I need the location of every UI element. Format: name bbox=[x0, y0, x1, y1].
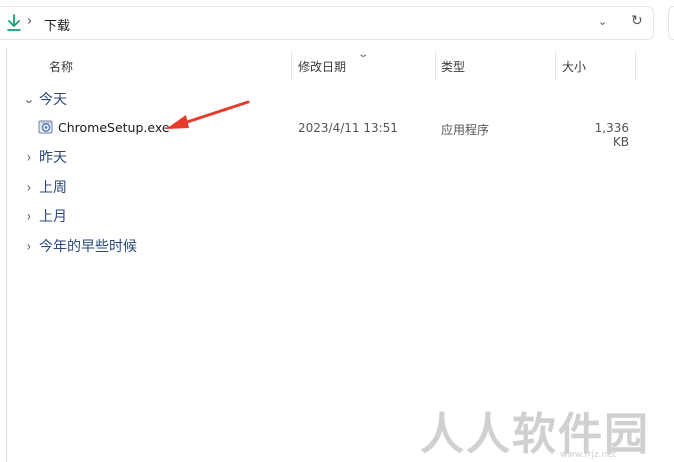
chevron-right-icon[interactable]: › bbox=[21, 238, 37, 255]
address-bar[interactable]: › 下载 ⌄ ↻ bbox=[0, 6, 654, 40]
column-header-date[interactable]: 修改日期 bbox=[298, 58, 346, 75]
column-header-name[interactable]: 名称 bbox=[49, 58, 73, 75]
column-divider[interactable] bbox=[435, 52, 436, 80]
watermark-url: www.rrjz.net bbox=[560, 450, 617, 460]
chevron-right-icon[interactable]: › bbox=[21, 149, 37, 166]
group-label: 昨天 bbox=[39, 150, 67, 166]
group-last-week[interactable]: › 上周 bbox=[21, 176, 67, 198]
address-box[interactable] bbox=[0, 6, 654, 40]
group-last-month[interactable]: › 上月 bbox=[21, 205, 67, 227]
column-divider[interactable] bbox=[635, 52, 636, 80]
column-header-type[interactable]: 类型 bbox=[441, 58, 465, 75]
file-size: 1,336 KB bbox=[594, 121, 629, 149]
refresh-icon[interactable]: ↻ bbox=[631, 13, 643, 29]
address-history-dropdown-icon[interactable]: ⌄ bbox=[598, 15, 607, 28]
group-yesterday[interactable]: › 昨天 bbox=[21, 146, 67, 168]
sort-indicator-icon: ⌄ bbox=[357, 49, 370, 60]
column-header-size[interactable]: 大小 bbox=[562, 58, 586, 75]
chevron-right-icon[interactable]: › bbox=[21, 208, 37, 225]
column-header-row: 名称 ⌄ 修改日期 类型 大小 bbox=[7, 48, 674, 84]
column-divider[interactable] bbox=[555, 52, 556, 80]
download-icon bbox=[7, 14, 21, 31]
installer-icon bbox=[38, 120, 53, 134]
file-type: 应用程序 bbox=[441, 123, 490, 137]
annotation-arrow-icon bbox=[166, 100, 250, 129]
group-today[interactable]: ⌄ 今天 bbox=[21, 88, 67, 110]
file-name[interactable]: ChromeSetup.exe bbox=[58, 120, 170, 135]
chevron-down-icon[interactable]: ⌄ bbox=[19, 93, 40, 106]
breadcrumb-separator-icon[interactable]: › bbox=[27, 14, 32, 29]
file-modified-date: 2023/4/11 13:51 bbox=[298, 121, 398, 135]
chevron-right-icon[interactable]: › bbox=[21, 179, 37, 196]
file-row[interactable]: ChromeSetup.exe 2023/4/11 13:51 应用程序 1,3… bbox=[7, 116, 667, 149]
breadcrumb-downloads[interactable]: 下载 bbox=[44, 15, 70, 34]
search-box[interactable] bbox=[668, 6, 674, 40]
group-label: 今年的早些时候 bbox=[39, 239, 137, 255]
column-divider[interactable] bbox=[291, 52, 292, 80]
group-label: 上周 bbox=[39, 180, 67, 196]
group-earlier-this-year[interactable]: › 今年的早些时候 bbox=[21, 235, 137, 257]
group-label: 今天 bbox=[39, 92, 67, 108]
group-label: 上月 bbox=[39, 209, 67, 225]
